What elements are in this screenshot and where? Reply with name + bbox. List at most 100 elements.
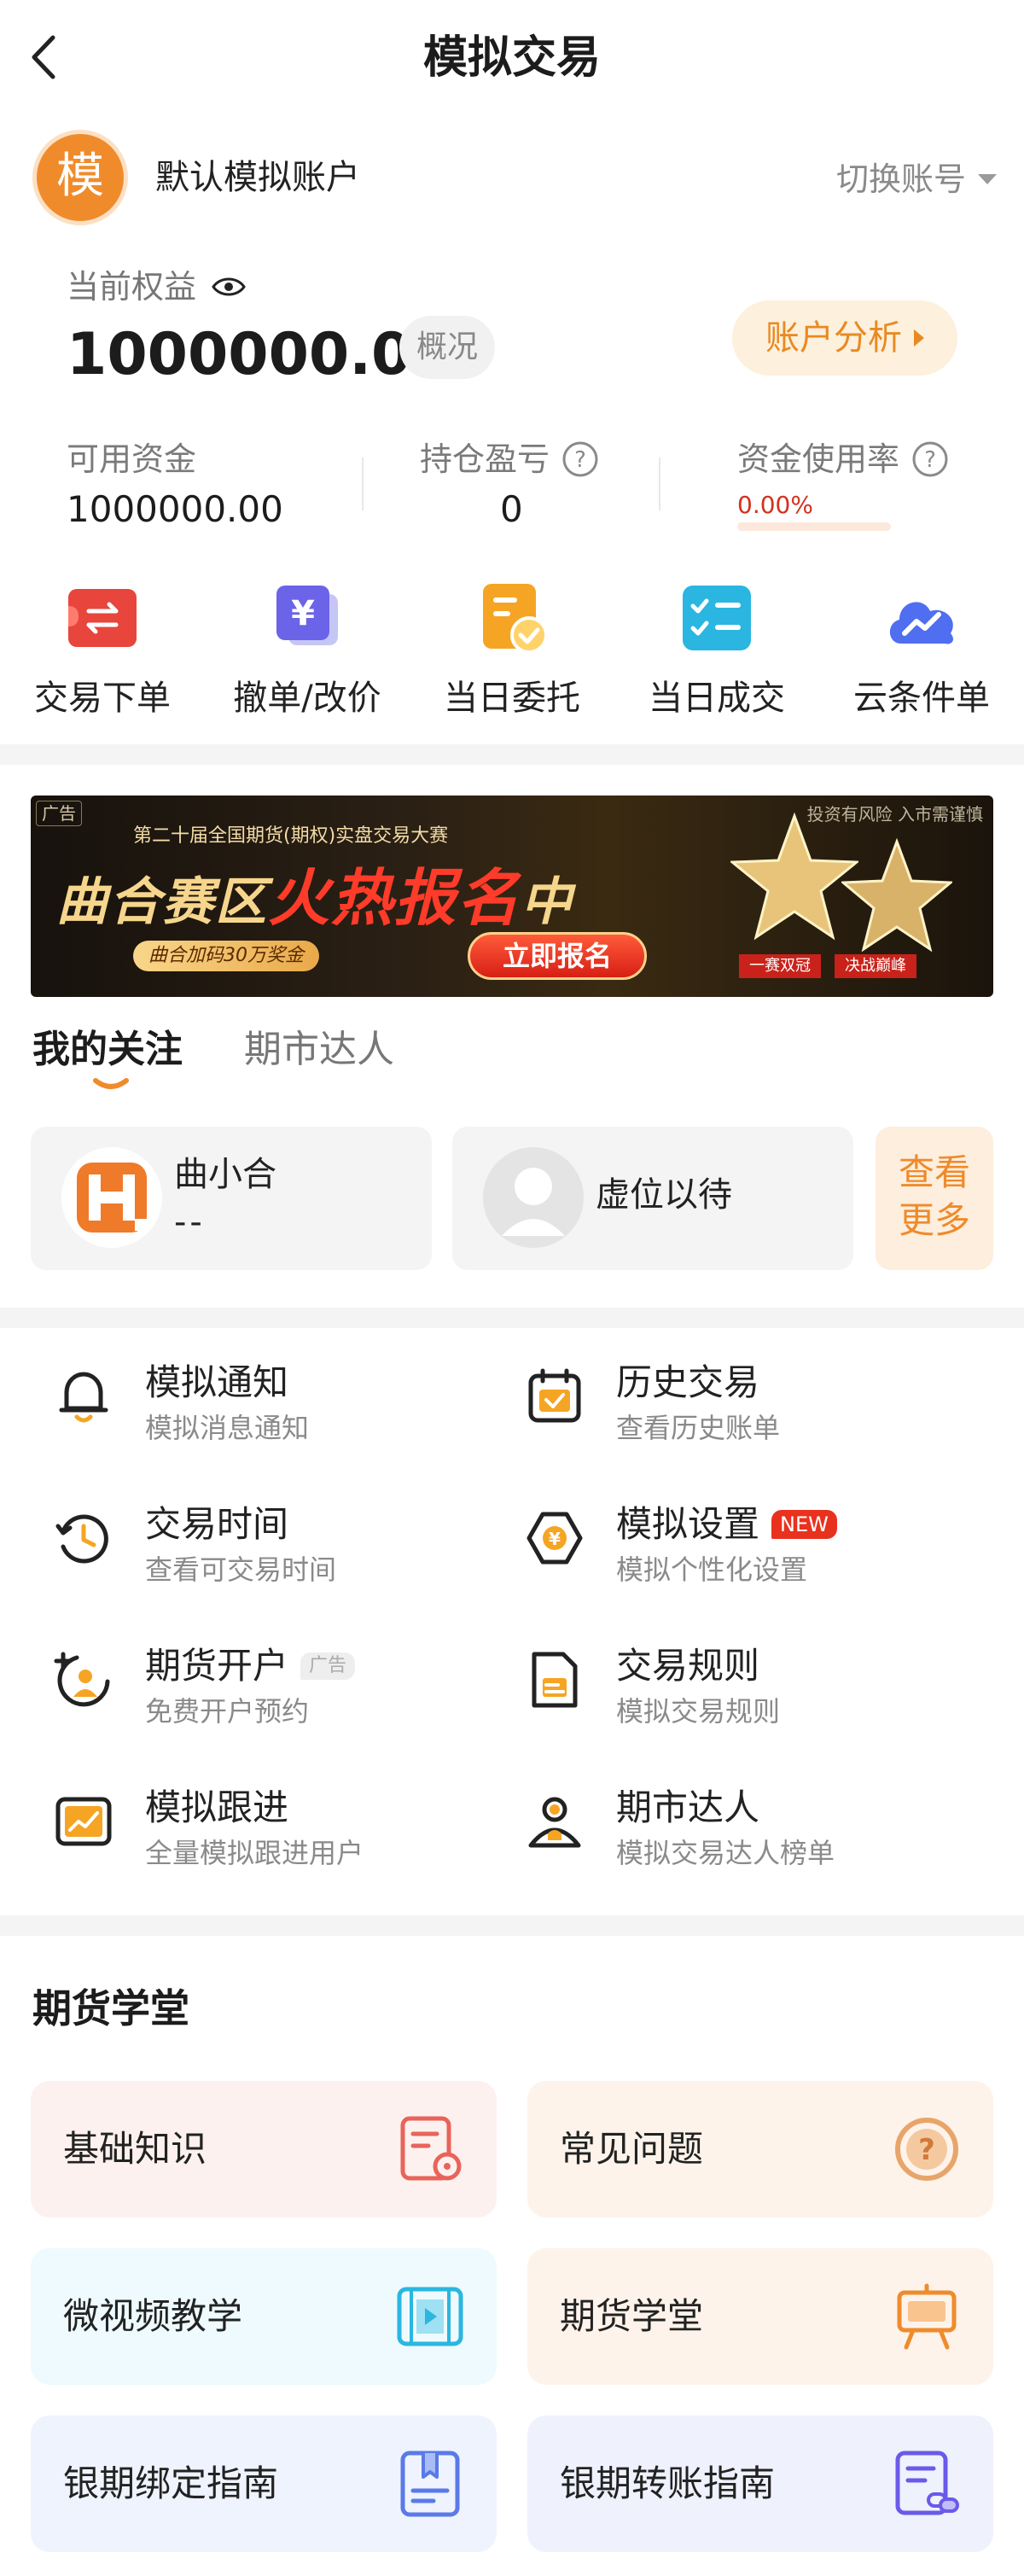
menu-subtitle: 全量模拟跟进用户 <box>145 1837 364 1869</box>
school-card-label: 期货学堂 <box>560 2295 704 2337</box>
school-card-label: 常见问题 <box>560 2128 704 2170</box>
expert-person-icon <box>528 1797 581 1848</box>
menu-history-trades[interactable]: 历史交易 查看历史账单 <box>522 1357 983 1468</box>
banner-headline-hot: 火热报名 <box>268 862 521 934</box>
menu-trading-hours[interactable]: 交易时间 查看可交易时间 <box>51 1499 512 1610</box>
fund-usage-label: 资金使用率 ? <box>737 435 949 483</box>
placeholder-name: 虚位以待 <box>596 1175 732 1215</box>
available-funds-label: 可用资金 <box>67 435 196 483</box>
school-card-video[interactable]: 微视频教学 <box>31 2248 497 2385</box>
quick-action-day-trades[interactable]: 当日成交 <box>614 577 819 722</box>
stat-divider <box>362 458 364 510</box>
document-check-icon <box>483 584 548 654</box>
menu-title: 模拟通知 <box>145 1361 289 1403</box>
quick-action-cloud-condition[interactable]: 云条件单 <box>819 577 1024 722</box>
menu-simulation-settings[interactable]: ¥ 模拟设置 NEW 模拟个性化设置 <box>522 1499 983 1610</box>
section-separator <box>0 744 1024 765</box>
promo-banner[interactable]: 广告 投资有风险 入市需谨慎 第二十届全国期货(期权)实盘交易大赛 曲合赛区火热… <box>31 796 993 997</box>
svg-text:¥: ¥ <box>291 594 315 633</box>
banner-headline-suffix: 中 <box>521 872 574 932</box>
school-card-faq[interactable]: 常见问题 ? <box>527 2081 993 2218</box>
quick-action-cancel-modify[interactable]: ¥ 撤单/改价 <box>205 577 410 722</box>
question-circle-icon: ? <box>895 2118 958 2181</box>
banner-headline: 曲合赛区火热报名中 <box>56 864 573 936</box>
quick-action-day-orders[interactable]: 当日委托 <box>410 577 614 722</box>
equity-value: 1000000.00 <box>67 321 452 388</box>
school-card-bank-transfer[interactable]: 银期转账指南 <box>527 2416 993 2552</box>
quick-action-label: 当日委托 <box>444 679 580 718</box>
menu-market-experts[interactable]: 期市达人 模拟交易达人榜单 <box>522 1782 983 1893</box>
menu-subtitle: 模拟消息通知 <box>145 1412 310 1444</box>
quick-action-label: 交易下单 <box>34 679 171 718</box>
ad-tag: 广告 <box>36 801 82 826</box>
overview-tag[interactable]: 概况 <box>399 316 495 379</box>
school-card-label: 银期绑定指南 <box>63 2462 279 2504</box>
menu-subtitle: 模拟交易达人榜单 <box>616 1837 835 1869</box>
transfer-icon <box>68 589 137 647</box>
menu-title: 模拟跟进 <box>145 1786 289 1828</box>
see-more-line2: 更多 <box>898 1199 970 1241</box>
fund-usage-bar <box>737 522 891 531</box>
school-card-label: 基础知识 <box>63 2128 207 2170</box>
section-separator <box>0 1915 1024 1936</box>
checklist-icon <box>683 586 751 650</box>
user-silhouette-icon <box>502 1168 565 1236</box>
account-name: 默认模拟账户 <box>155 158 360 197</box>
banner-ribbon-left: 一赛双冠 <box>739 954 821 978</box>
banner-ribbon-right: 决战巅峰 <box>835 954 916 978</box>
position-pnl-label: 持仓盈亏 ? <box>420 435 599 483</box>
follow-user-name: 曲小合 <box>174 1155 276 1194</box>
menu-trading-rules[interactable]: 交易规则 模拟交易规则 <box>522 1641 983 1751</box>
page-title: 模拟交易 <box>422 32 601 84</box>
svg-text:?: ? <box>924 447 936 473</box>
school-card-bank-binding[interactable]: 银期绑定指南 <box>31 2416 497 2552</box>
quick-action-trade-order[interactable]: 交易下单 <box>0 577 205 722</box>
easel-icon <box>897 2283 957 2350</box>
help-icon[interactable]: ? <box>561 440 599 478</box>
logo-h-icon <box>77 1163 147 1233</box>
banner-headline-prefix: 曲合赛区 <box>56 872 268 932</box>
tab-market-experts[interactable]: 期市达人 <box>244 1023 394 1077</box>
video-icon <box>397 2287 463 2346</box>
switch-account-button[interactable]: 切换账号 <box>836 155 997 203</box>
follow-user-value: -- <box>174 1203 206 1242</box>
see-more-button[interactable]: 查看 更多 <box>876 1127 993 1270</box>
equity-label: 当前权益 <box>67 268 197 306</box>
clock-icon <box>55 1514 108 1564</box>
trophy-star-icon <box>730 813 858 941</box>
banner-subtitle: 第二十届全国期货(期权)实盘交易大赛 <box>133 825 449 847</box>
svg-text:?: ? <box>574 447 586 473</box>
add-user-icon <box>54 1652 110 1707</box>
follow-card-user[interactable]: 曲小合 -- <box>31 1127 432 1270</box>
menu-simulation-follow[interactable]: 模拟跟进 全量模拟跟进用户 <box>51 1782 512 1893</box>
menu-title: 期货开户 <box>145 1645 289 1687</box>
account-analysis-label: 账户分析 <box>765 318 902 358</box>
stat-divider <box>659 458 660 510</box>
trend-chart-icon <box>55 1797 112 1846</box>
link-doc-icon <box>895 2451 959 2515</box>
menu-subtitle: 免费开户预约 <box>145 1695 310 1728</box>
available-funds-value: 1000000.00 <box>67 488 283 530</box>
svg-text:?: ? <box>918 2133 935 2167</box>
register-now-button[interactable]: 立即报名 <box>468 932 647 980</box>
trophy-star-icon <box>841 838 952 953</box>
menu-title: 模拟设置 <box>616 1503 760 1545</box>
placeholder-avatar <box>483 1147 584 1248</box>
follow-card-placeholder[interactable]: 虚位以待 <box>452 1127 853 1270</box>
tab-my-follow[interactable]: 我的关注 <box>32 1023 183 1077</box>
menu-simulation-notice[interactable]: 模拟通知 模拟消息通知 <box>51 1357 512 1468</box>
position-pnl-value: 0 <box>500 488 523 530</box>
avatar: 模 <box>32 130 128 225</box>
section-separator <box>0 1308 1024 1328</box>
menu-futures-account-opening[interactable]: 期货开户 广告 免费开户预约 <box>51 1641 512 1751</box>
eye-icon[interactable] <box>212 274 246 300</box>
account-analysis-button[interactable]: 账户分析 <box>732 300 957 376</box>
help-icon[interactable]: ? <box>911 440 949 478</box>
menu-subtitle: 模拟交易规则 <box>616 1695 781 1728</box>
school-card-futures-school[interactable]: 期货学堂 <box>527 2248 993 2385</box>
menu-title: 交易规则 <box>616 1645 760 1687</box>
bookmark-doc-icon <box>400 2451 460 2517</box>
fund-usage-label-text: 资金使用率 <box>737 440 900 478</box>
school-card-basics[interactable]: 基础知识 <box>31 2081 497 2218</box>
ad-badge: 广告 <box>300 1652 356 1680</box>
